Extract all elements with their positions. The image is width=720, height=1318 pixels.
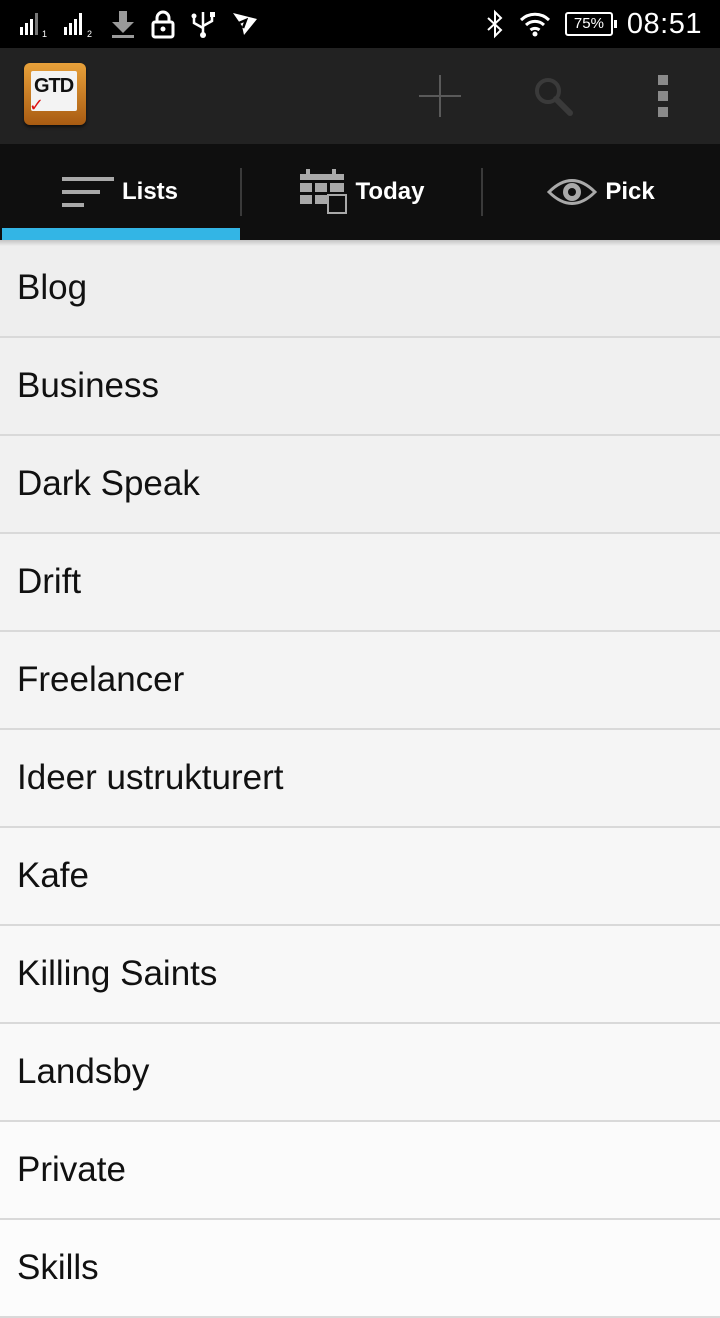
status-bar: 1 2 75% 08:51	[0, 0, 720, 48]
list-item[interactable]: Private	[0, 1122, 720, 1220]
tab-pick[interactable]: Pick	[482, 144, 720, 240]
search-button[interactable]	[518, 48, 588, 144]
app-logo[interactable]: GTD ✓	[24, 63, 86, 125]
list-item[interactable]: Dark Speak	[0, 436, 720, 534]
list-item[interactable]: Drift	[0, 534, 720, 632]
search-icon	[535, 78, 573, 116]
list-item[interactable]: Kafe	[0, 828, 720, 926]
add-button[interactable]	[405, 48, 475, 144]
wifi-icon	[519, 10, 551, 38]
list-item[interactable]: Freelancer	[0, 632, 720, 730]
checkmark-icon: ✓	[29, 95, 45, 115]
messenger-icon	[230, 9, 260, 39]
status-icons-right: 75% 08:51	[485, 8, 702, 40]
status-icons-left: 1 2	[20, 8, 274, 40]
overflow-menu-button[interactable]	[628, 48, 698, 144]
clock: 08:51	[626, 7, 702, 40]
calendar-icon	[299, 169, 347, 214]
lists-list: Blog Business Dark Speak Drift Freelance…	[0, 240, 720, 1318]
lock-icon	[150, 9, 176, 39]
signal-2-icon: 2	[64, 11, 96, 37]
action-bar: GTD ✓	[0, 48, 720, 144]
bluetooth-icon	[485, 9, 505, 39]
tab-today-label: Today	[355, 178, 425, 205]
tab-lists[interactable]: Lists	[0, 144, 240, 240]
sim2-label: 2	[87, 29, 92, 37]
lists-icon	[61, 177, 114, 207]
tab-bar-shadow	[0, 240, 720, 246]
add-icon	[419, 75, 461, 117]
list-item[interactable]: Killing Saints	[0, 926, 720, 1024]
tab-lists-label: Lists	[121, 178, 178, 205]
list-item[interactable]: Business	[0, 338, 720, 436]
list-item[interactable]: Ideer ustrukturert	[0, 730, 720, 828]
tab-selected-indicator	[2, 228, 240, 240]
tab-pick-label: Pick	[605, 178, 655, 205]
list-item[interactable]: Landsby	[0, 1024, 720, 1122]
list-item[interactable]: Blog	[0, 240, 720, 338]
download-icon	[110, 9, 136, 39]
tab-bar: Lists Today Pick	[0, 144, 720, 240]
signal-1-icon: 1	[20, 11, 50, 37]
sim1-label: 1	[42, 29, 47, 37]
tab-today[interactable]: Today	[241, 144, 481, 240]
battery-icon: 75%	[564, 12, 617, 36]
overflow-menu-icon	[658, 75, 668, 117]
usb-icon	[190, 9, 216, 39]
eye-icon	[547, 179, 598, 205]
list-item[interactable]: Skills	[0, 1220, 720, 1318]
